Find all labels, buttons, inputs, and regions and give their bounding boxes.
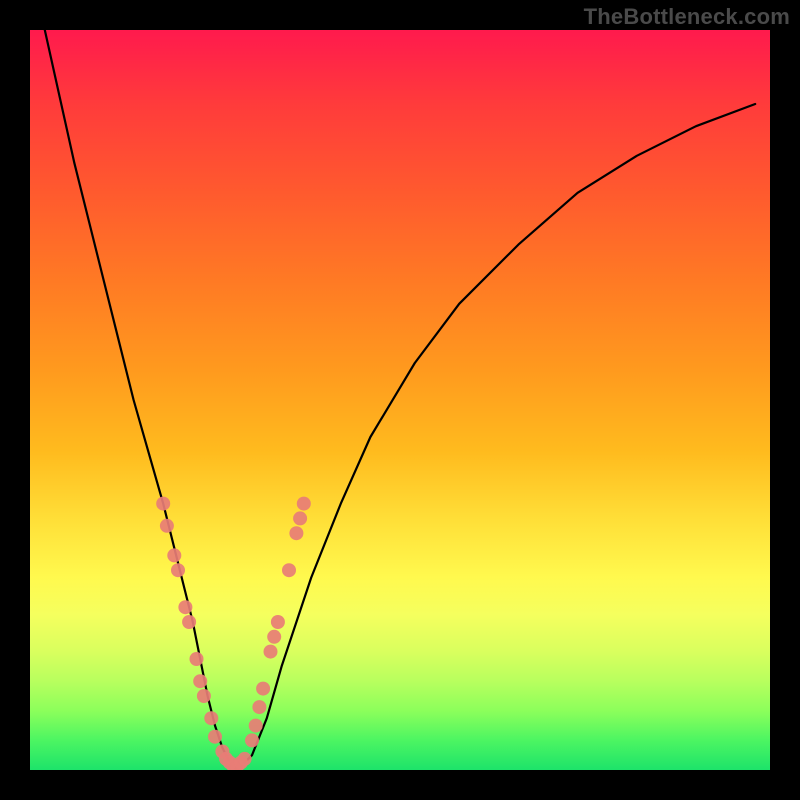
watermark-text: TheBottleneck.com [584,4,790,30]
plot-area [30,30,770,770]
chart-frame: TheBottleneck.com [0,0,800,800]
highlighted-points [156,497,311,770]
bottleneck-curve [45,30,755,770]
plot-svg [30,30,770,770]
